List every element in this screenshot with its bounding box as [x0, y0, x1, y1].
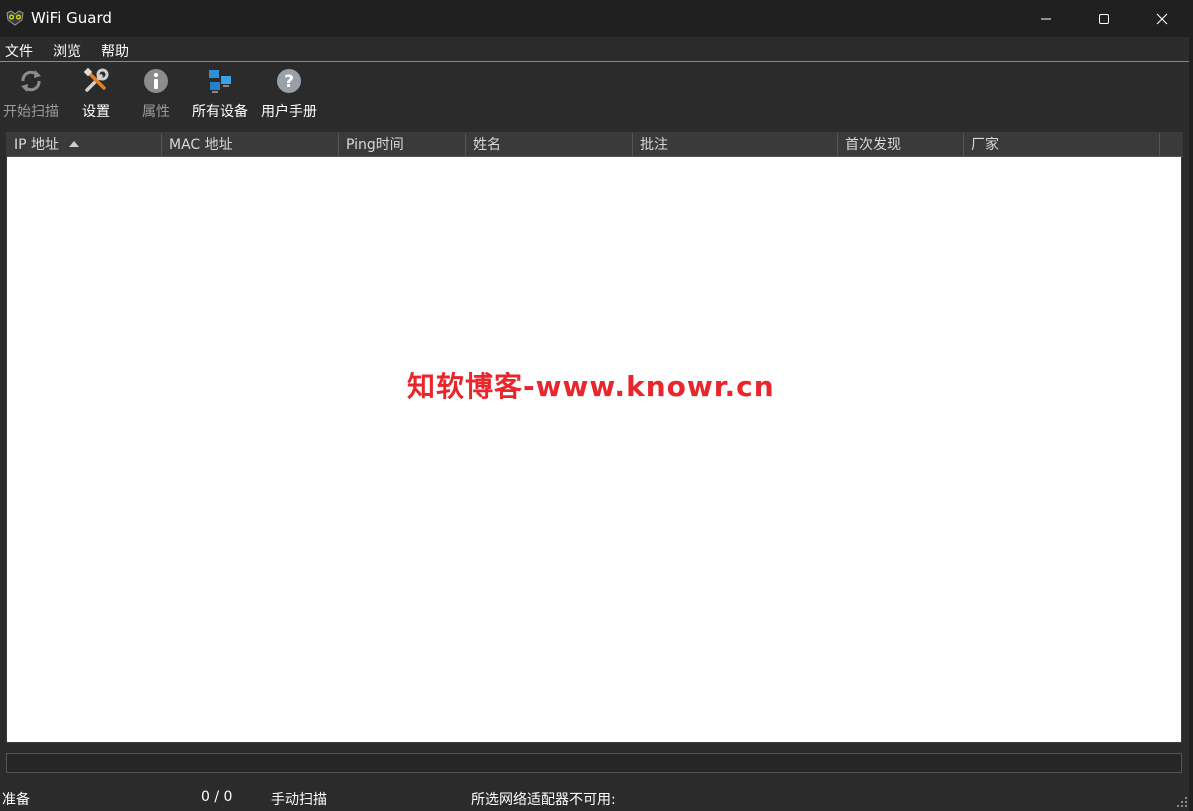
tools-icon [83, 67, 109, 92]
toolbar: 开始扫描 设置 属性 所有设备 ? 用户手册 [0, 63, 1193, 129]
start-scan-button[interactable]: 开始扫描 [0, 67, 62, 123]
all-devices-button[interactable]: 所有设备 [188, 67, 252, 123]
column-header-vendor[interactable]: 厂家 [964, 133, 1160, 157]
properties-label: 属性 [142, 104, 170, 120]
column-header-mac[interactable]: MAC 地址 [162, 133, 339, 157]
scan-progress-bar [6, 753, 1182, 773]
resize-grip-icon[interactable] [1174, 794, 1189, 809]
all-devices-label: 所有设备 [192, 104, 248, 120]
window-title: WiFi Guard [31, 9, 112, 27]
title-bar[interactable]: WiFi Guard [0, 0, 1193, 37]
column-header-ip[interactable]: IP 地址 [7, 133, 162, 157]
app-window: WiFi Guard 文件 浏览 帮助 开始扫描 设置 属性 所有设备 ? 用户… [0, 0, 1193, 811]
settings-button[interactable]: 设置 [78, 67, 114, 123]
properties-button[interactable]: 属性 [138, 67, 174, 123]
maximize-button[interactable] [1075, 0, 1133, 37]
settings-label: 设置 [82, 104, 110, 120]
refresh-icon [21, 70, 41, 92]
sort-ascending-icon [69, 141, 80, 147]
owl-logo-icon [6, 10, 24, 26]
column-header-first-seen[interactable]: 首次发现 [838, 133, 964, 157]
column-header-name[interactable]: 姓名 [466, 133, 633, 157]
close-button[interactable] [1133, 0, 1191, 37]
watermark-text: 知软博客-www.knowr.cn [407, 370, 775, 403]
close-icon [1156, 13, 1168, 24]
menu-bar: 文件 浏览 帮助 [0, 37, 1193, 62]
network-devices-icon [209, 70, 231, 93]
info-icon [144, 69, 168, 93]
minimize-button[interactable] [1017, 0, 1075, 37]
status-scan-mode: 手动扫描 [271, 792, 327, 808]
column-header-comment[interactable]: 批注 [633, 133, 838, 157]
user-manual-button[interactable]: ? 用户手册 [258, 67, 320, 123]
status-state: 准备 [2, 792, 30, 808]
column-header-ping[interactable]: Ping时间 [339, 133, 466, 157]
menu-file[interactable]: 文件 [5, 41, 33, 61]
user-manual-label: 用户手册 [261, 104, 317, 120]
help-icon: ? [277, 69, 301, 93]
status-device-count: 0 / 0 [201, 789, 233, 805]
menu-help[interactable]: 帮助 [101, 41, 129, 61]
menu-browse[interactable]: 浏览 [53, 41, 81, 61]
window-right-edge [1189, 37, 1193, 811]
maximize-icon [1099, 13, 1109, 24]
svg-text:?: ? [284, 72, 294, 92]
minimize-icon [1041, 18, 1051, 19]
device-table[interactable]: IP 地址 MAC 地址 Ping时间 姓名 批注 首次发现 厂家 知软博客-w… [6, 132, 1183, 743]
table-header: IP 地址 MAC 地址 Ping时间 姓名 批注 首次发现 厂家 [7, 133, 1183, 157]
start-scan-label: 开始扫描 [3, 104, 59, 120]
status-adapter-message: 所选网络适配器不可用: [471, 792, 616, 808]
